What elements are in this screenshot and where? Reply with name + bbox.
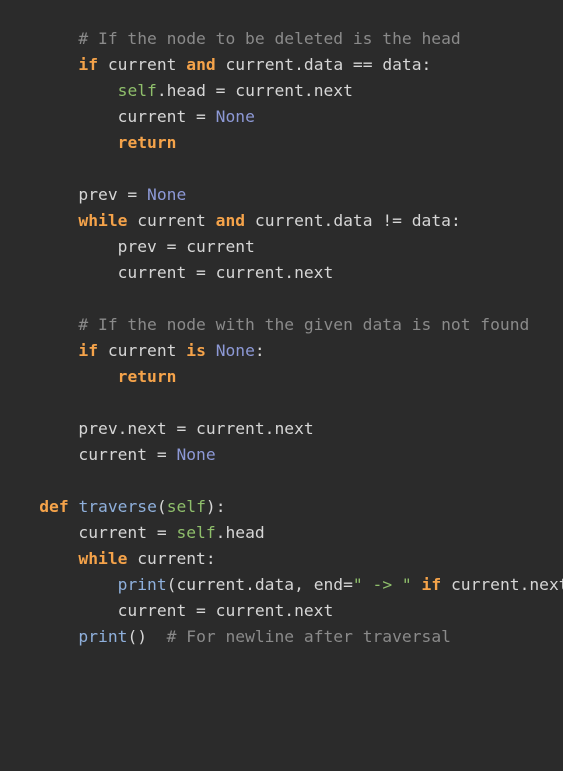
code-token-plain: current = current.next [0,263,334,282]
code-token-plain: prev = [0,185,148,204]
code-token-comment: # For newline after traversal [166,627,451,646]
code-token-self: self [166,497,206,516]
code-line-10: current = current.next [0,260,563,286]
code-line-3: self.head = current.next [0,78,563,104]
code-line-19: def traverse(self): [0,494,563,520]
code-token-plain: current.data != data: [245,211,461,230]
code-token-plain: ): [205,497,226,516]
code-token-plain: (current.data, end= [166,575,353,594]
code-line-24: print() # For newline after traversal [0,624,563,650]
code-token-plain: current = current.next [0,601,334,620]
code-token-plain: current [98,341,187,360]
code-token-keyword: def [39,497,69,516]
code-token-builtin: print [78,627,128,646]
code-token-keyword: is [186,341,206,360]
code-token-plain: current [98,55,187,74]
code-token-plain: current.data == data: [215,55,432,74]
code-line-4: current = None [0,104,563,130]
code-token-keyword: return [117,133,177,152]
code-token-builtin: print [117,575,167,594]
code-token-self: self [176,523,216,542]
code-token-plain: prev.next = current.next [0,419,314,438]
code-line-17: current = None [0,442,563,468]
code-token-const: None [215,341,255,360]
code-token-keyword: while [78,211,128,230]
code-token-self: self [117,81,157,100]
code-token-keyword: if [421,575,442,594]
code-token-const: None [147,185,187,204]
code-token-plain: () [127,627,167,646]
code-token-keyword: return [117,367,177,386]
code-token-plain: current = [0,445,177,464]
code-token-keyword: and [186,55,216,74]
code-token-plain: current [127,211,216,230]
code-line-8: while current and current.data != data: [0,208,563,234]
code-token-plain: ( [156,497,167,516]
code-line-7: prev = None [0,182,563,208]
code-token-keyword: if [78,341,99,360]
code-token-plain: current: [127,549,216,568]
code-line-5: return [0,130,563,156]
code-token-plain: current = [0,107,216,126]
code-token-plain: : [254,341,265,360]
code-editor[interactable]: # If the node to be deleted is the head … [0,26,563,771]
code-token-comment: # If the node with the given data is not… [78,315,530,334]
code-line-22: print(current.data, end=" -> " if curren… [0,572,563,598]
code-token-plain: .head [215,523,265,542]
code-token-plain: current = [0,523,177,542]
code-token-plain: current.next [450,575,563,594]
code-token-plain: prev = current [0,237,255,256]
code-line-13: if current is None: [0,338,563,364]
code-token-const: None [215,107,255,126]
code-token-comment: # If the node to be deleted is the head [78,29,461,48]
code-token-const: None [176,445,216,464]
code-line-20: current = self.head [0,520,563,546]
code-line-9: prev = current [0,234,563,260]
code-token-plain: .head = current.next [156,81,353,100]
code-token-string: " -> " [352,575,412,594]
code-token-keyword: while [78,549,128,568]
code-line-2: if current and current.data == data: [0,52,563,78]
code-line-21: while current: [0,546,563,572]
code-line-12: # If the node with the given data is not… [0,312,563,338]
code-line-1: # If the node to be deleted is the head [0,26,563,52]
code-token-func: traverse [78,497,157,516]
code-line-14: return [0,364,563,390]
code-token-keyword: if [78,55,99,74]
code-line-23: current = current.next [0,598,563,624]
code-token-keyword: and [215,211,246,230]
code-line-16: prev.next = current.next [0,416,563,442]
code-lines: # If the node to be deleted is the head … [0,26,563,650]
